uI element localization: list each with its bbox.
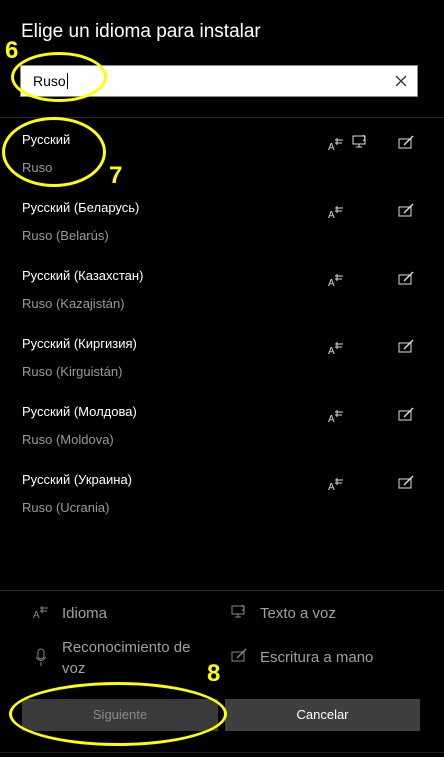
list-item-ruso-moldova[interactable]: Русский (Молдова) Ruso (Moldova) A bbox=[0, 404, 444, 472]
clear-search-icon[interactable] bbox=[393, 73, 409, 89]
text-to-speech-icon bbox=[352, 134, 366, 148]
handwriting-icon bbox=[398, 407, 414, 421]
language-local-name: Ruso (Belarús) bbox=[22, 228, 109, 243]
svg-text:A: A bbox=[33, 610, 40, 620]
legend-idioma-label: Idioma bbox=[62, 605, 108, 622]
text-to-speech-icon bbox=[231, 604, 245, 618]
language-native-name: Русский (Молдова) bbox=[22, 404, 137, 419]
svg-text:A: A bbox=[328, 210, 335, 220]
language-local-name: Ruso (Ucrania) bbox=[22, 500, 110, 515]
cancel-button[interactable]: Cancelar bbox=[225, 699, 420, 731]
list-item-ruso-ucrania[interactable]: Русский (Украина) Ruso (Ucrania) A bbox=[0, 472, 444, 540]
annotation-step-8: 8 bbox=[207, 660, 221, 687]
language-pack-icon: A bbox=[328, 478, 343, 492]
list-item-ruso-belarus[interactable]: Русский (Беларусь) Ruso (Belarús) A bbox=[0, 200, 444, 268]
dialog-title: Elige un idioma para instalar bbox=[21, 21, 261, 42]
list-item-ruso-kazajistan[interactable]: Русский (Казахстан) Ruso (Kazajistán) A bbox=[0, 268, 444, 336]
language-local-name: Ruso (Kirguistán) bbox=[22, 364, 123, 379]
annotation-step-7: 7 bbox=[109, 162, 123, 189]
legend-text-to-speech-label: Texto a voz bbox=[260, 605, 336, 622]
annotation-step-6: 6 bbox=[5, 37, 19, 64]
legend-speech-recognition-label: Reconocimiento de voz bbox=[62, 637, 190, 679]
language-native-name: Русский (Беларусь) bbox=[22, 200, 140, 215]
handwriting-icon bbox=[398, 203, 414, 217]
language-native-name: Русский (Украина) bbox=[22, 472, 132, 487]
svg-text:A: A bbox=[328, 346, 335, 356]
language-pack-icon: A bbox=[328, 138, 343, 152]
language-pack-icon: A bbox=[33, 606, 48, 620]
language-pack-icon: A bbox=[328, 342, 343, 356]
annotation-ellipse-search bbox=[11, 52, 107, 102]
svg-text:A: A bbox=[328, 278, 335, 288]
handwriting-icon bbox=[231, 648, 247, 662]
language-pack-icon: A bbox=[328, 274, 343, 288]
legend-speech-recognition-line1: Reconocimiento de bbox=[62, 639, 191, 656]
svg-text:A: A bbox=[328, 482, 335, 492]
handwriting-icon bbox=[398, 339, 414, 353]
language-local-name: Ruso (Moldova) bbox=[22, 432, 114, 447]
language-native-name: Русский (Киргизия) bbox=[22, 336, 137, 351]
language-local-name: Ruso (Kazajistán) bbox=[22, 296, 125, 311]
svg-text:A: A bbox=[328, 414, 335, 424]
legend-divider bbox=[0, 590, 444, 591]
language-pack-icon: A bbox=[328, 410, 343, 424]
language-pack-icon: A bbox=[328, 206, 343, 220]
annotation-ellipse-next-button bbox=[9, 682, 227, 746]
language-picker-dialog: Elige un idioma para instalar Ruso Русск… bbox=[0, 0, 444, 757]
language-native-name: Русский (Казахстан) bbox=[22, 268, 144, 283]
handwriting-icon bbox=[398, 475, 414, 489]
legend-speech-recognition-line2: voz bbox=[62, 660, 86, 677]
handwriting-icon bbox=[398, 135, 414, 149]
microphone-icon bbox=[35, 648, 47, 666]
annotation-ellipse-first-item bbox=[2, 117, 106, 187]
handwriting-icon bbox=[398, 271, 414, 285]
legend-handwriting-label: Escritura a mano bbox=[260, 649, 374, 666]
bottom-divider bbox=[0, 752, 444, 753]
svg-text:A: A bbox=[328, 142, 335, 152]
list-item-ruso-kirguistan[interactable]: Русский (Киргизия) Ruso (Kirguistán) A bbox=[0, 336, 444, 404]
